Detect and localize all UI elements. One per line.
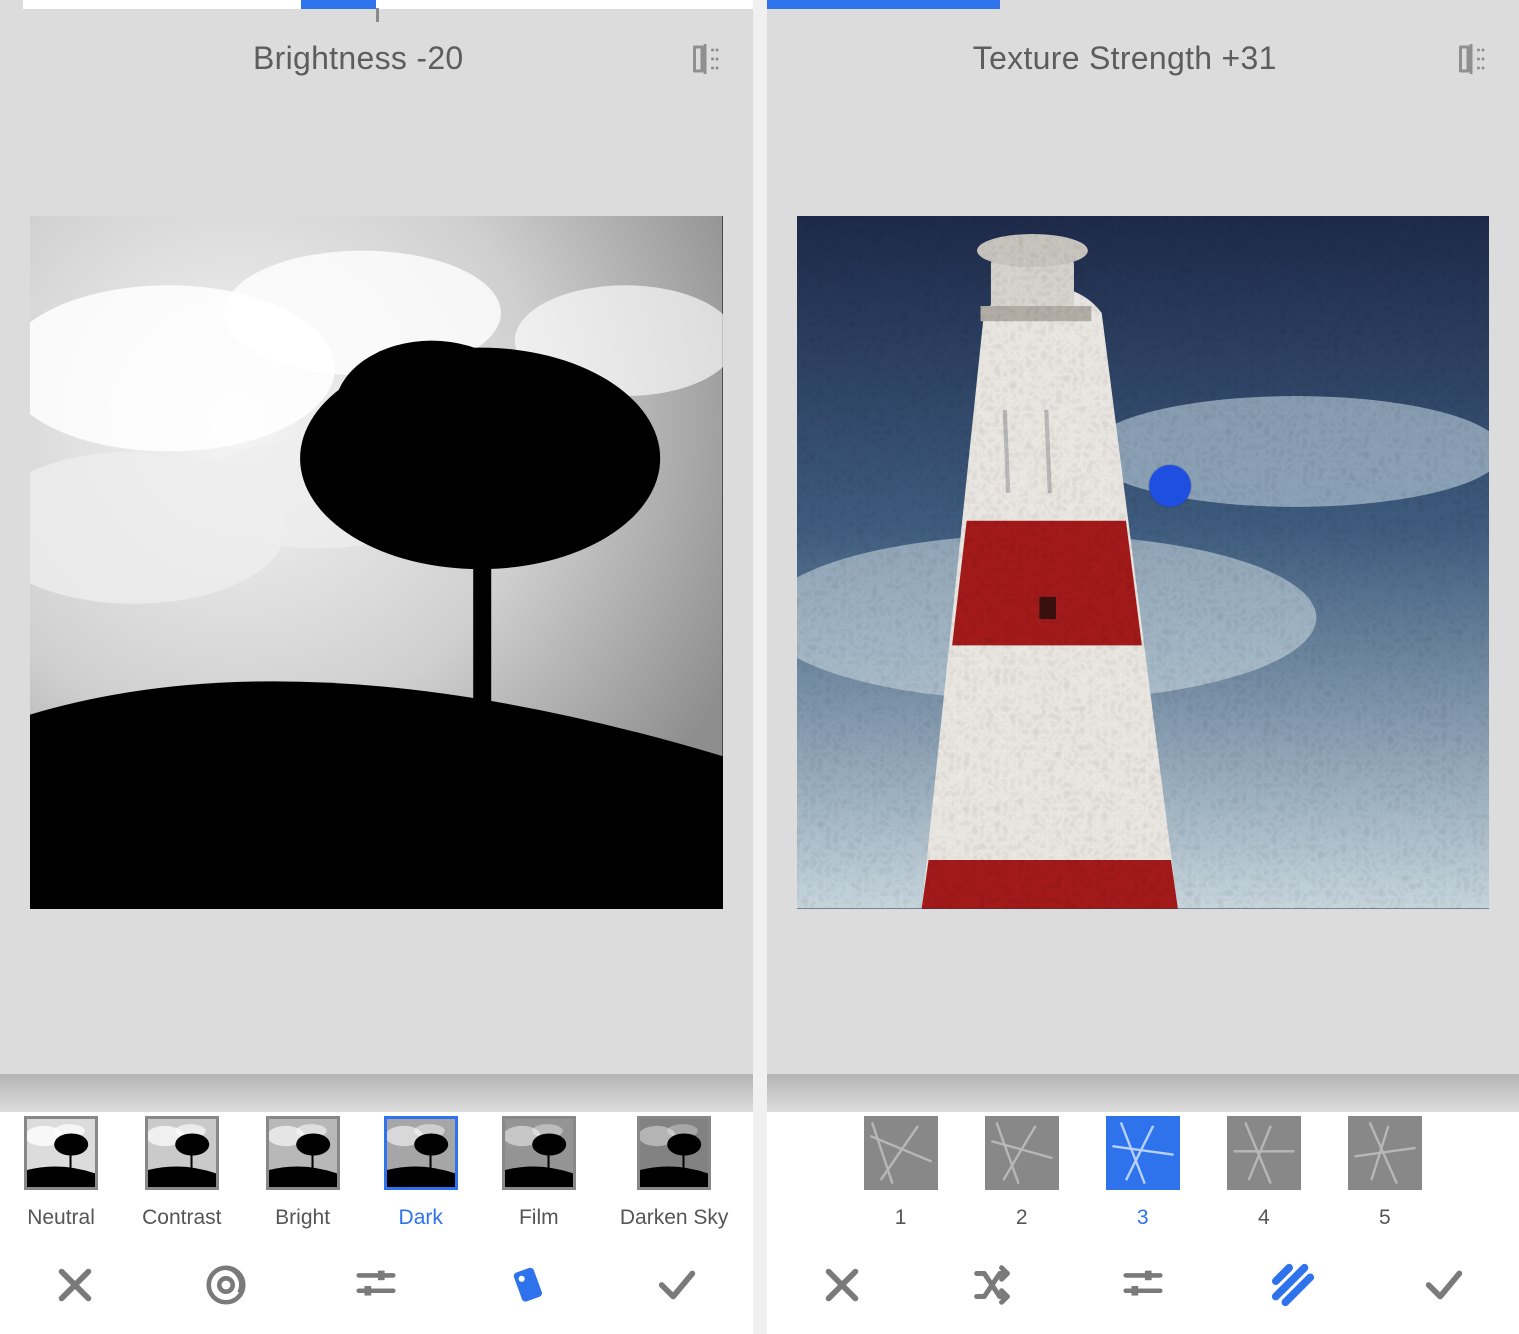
touch-indicator-icon: [1149, 465, 1191, 507]
preset-label: Contrast: [142, 1206, 221, 1230]
texture-thumb: [985, 1116, 1059, 1190]
shuffle-icon: [969, 1262, 1015, 1308]
header: Texture Strength +31: [767, 14, 1519, 101]
preset-label: Darken Sky: [620, 1206, 729, 1230]
looks-button[interactable]: [203, 1262, 249, 1308]
texture-thumb: [1227, 1116, 1301, 1190]
preset-label: Dark: [399, 1206, 443, 1230]
texture-row: 1 2 3 4 5: [767, 1112, 1519, 1236]
bottom-toolbar: [767, 1236, 1519, 1334]
header: Brightness -20: [0, 14, 753, 101]
check-icon: [1421, 1262, 1467, 1308]
texture-3[interactable]: 3: [1106, 1116, 1180, 1230]
preset-film[interactable]: Film: [502, 1116, 576, 1230]
texture-label: 2: [1016, 1206, 1028, 1230]
texture-label: 4: [1258, 1206, 1270, 1230]
value-slider[interactable]: [0, 0, 753, 14]
compare-icon: [687, 41, 723, 77]
texture-5[interactable]: 5: [1348, 1116, 1422, 1230]
editor-screen-bw: Brightness -20: [0, 0, 753, 1334]
preset-label: Film: [519, 1206, 559, 1230]
bottom-toolbar: [0, 1236, 753, 1334]
texture-thumb: [864, 1116, 938, 1190]
preset-dark[interactable]: Dark: [384, 1116, 458, 1230]
preset-label: Neutral: [27, 1206, 95, 1230]
lens-icon: [203, 1262, 249, 1308]
close-icon: [819, 1262, 865, 1308]
preset-thumb: [145, 1116, 219, 1190]
image-preview[interactable]: [797, 216, 1490, 909]
texture-thumb: [1106, 1116, 1180, 1190]
card-icon: [504, 1262, 550, 1308]
texture-button[interactable]: [1270, 1262, 1316, 1308]
preset-thumb: [24, 1116, 98, 1190]
compare-icon: [1453, 41, 1489, 77]
shuffle-button[interactable]: [969, 1262, 1015, 1308]
value-slider[interactable]: [767, 0, 1519, 14]
check-icon: [654, 1262, 700, 1308]
image-canvas-area: [0, 101, 753, 1024]
adjust-button[interactable]: [1120, 1262, 1166, 1308]
texture-4[interactable]: 4: [1227, 1116, 1301, 1230]
preset-bright[interactable]: Bright: [266, 1116, 340, 1230]
cancel-button[interactable]: [52, 1262, 98, 1308]
cancel-button[interactable]: [819, 1262, 865, 1308]
preset-thumb: [637, 1116, 711, 1190]
preset-thumb: [502, 1116, 576, 1190]
image-preview[interactable]: [30, 216, 723, 909]
adjustment-title: Texture Strength +31: [797, 40, 1454, 77]
sliders-icon: [353, 1262, 399, 1308]
compare-button[interactable]: [687, 41, 723, 77]
apply-button[interactable]: [1421, 1262, 1467, 1308]
shadow-divider: [767, 1074, 1519, 1112]
preset-thumb: [266, 1116, 340, 1190]
texture-thumb: [1348, 1116, 1422, 1190]
texture-label: 3: [1137, 1206, 1149, 1230]
compare-button[interactable]: [1453, 41, 1489, 77]
sliders-icon: [1120, 1262, 1166, 1308]
texture-1[interactable]: 1: [864, 1116, 938, 1230]
adjust-button[interactable]: [353, 1262, 399, 1308]
close-icon: [52, 1262, 98, 1308]
stripes-icon: [1270, 1262, 1316, 1308]
texture-2[interactable]: 2: [985, 1116, 1059, 1230]
image-canvas-area: [767, 101, 1519, 1024]
preset-row: Neutral Contrast Bright Dark Film Darken: [0, 1112, 753, 1236]
editor-screen-texture: Texture Strength +31: [767, 0, 1519, 1334]
styles-button[interactable]: [504, 1262, 550, 1308]
shadow-divider: [0, 1074, 753, 1112]
texture-label: 1: [895, 1206, 907, 1230]
preset-darken-sky[interactable]: Darken Sky: [620, 1116, 729, 1230]
apply-button[interactable]: [654, 1262, 700, 1308]
adjustment-title: Brightness -20: [30, 40, 687, 77]
texture-label: 5: [1379, 1206, 1391, 1230]
preset-label: Bright: [275, 1206, 330, 1230]
preset-contrast[interactable]: Contrast: [142, 1116, 221, 1230]
preset-thumb: [384, 1116, 458, 1190]
preset-neutral[interactable]: Neutral: [24, 1116, 98, 1230]
